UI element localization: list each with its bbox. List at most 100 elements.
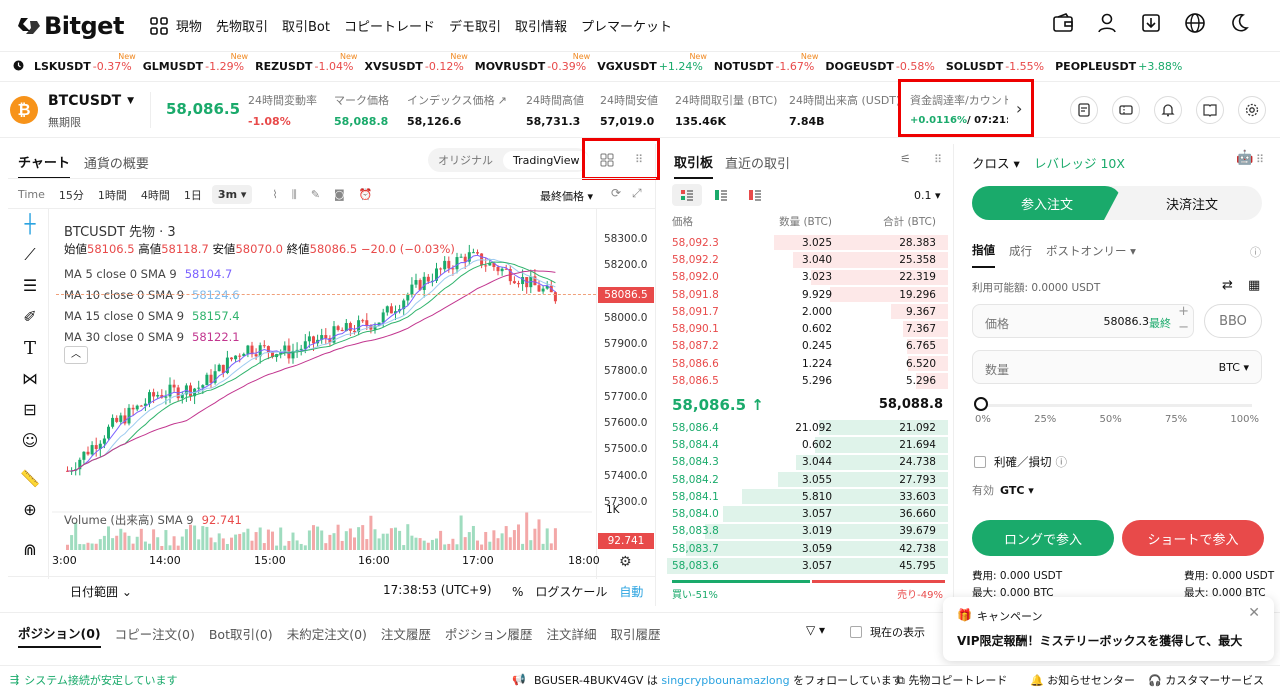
ticker-item[interactable]: GLMUSDT -1.29% New: [143, 52, 248, 73]
ask-row[interactable]: 58,087.2 0.245 6.765: [666, 338, 948, 355]
nav-market-info[interactable]: 取引情報: [515, 16, 567, 35]
indicator-icon[interactable]: ⌇: [272, 188, 277, 201]
draw-pen-icon[interactable]: ✎: [311, 188, 320, 201]
interval-1d[interactable]: 1日: [184, 187, 202, 203]
fullscreen-icon[interactable]: ⤢: [632, 186, 642, 201]
notes-icon[interactable]: [1070, 96, 1098, 124]
tab-recent-trades[interactable]: 直近の取引: [725, 153, 790, 178]
robot-icon[interactable]: 🤖: [1236, 150, 1253, 166]
tab-bot-trades[interactable]: Bot取引(0): [209, 624, 273, 647]
bid-row[interactable]: 58,084.3 3.044 24.738: [666, 454, 948, 471]
dark-mode-icon[interactable]: [1228, 12, 1250, 34]
transfer-icon[interactable]: ⇄: [1222, 278, 1233, 293]
bid-row[interactable]: 58,083.8 3.019 39.679: [666, 523, 948, 540]
magnet-icon[interactable]: ⋒: [16, 540, 44, 568]
tab-open-order[interactable]: 参入注文: [972, 186, 1122, 220]
tpsl-checkbox[interactable]: 利確／損切 ⓘ: [974, 454, 1067, 470]
book-icon[interactable]: [1196, 96, 1224, 124]
book-drag-icon[interactable]: ⠿: [934, 153, 942, 166]
candle-type-icon[interactable]: ⫼: [292, 188, 297, 202]
view-asks-icon[interactable]: [740, 184, 770, 206]
bid-row[interactable]: 58,083.7 3.059 42.738: [666, 540, 948, 557]
ask-row[interactable]: 58,091.7 2.000 9.367: [666, 303, 948, 320]
layout-grid-icon[interactable]: [600, 153, 614, 170]
ask-row[interactable]: 58,092.3 3.025 28.383: [666, 234, 948, 251]
nav-futures[interactable]: 先物取引: [216, 16, 268, 35]
long-button[interactable]: ロングで参入: [972, 520, 1114, 556]
type-limit[interactable]: 指値: [972, 242, 995, 268]
refresh-icon[interactable]: ⟳: [611, 186, 621, 200]
ask-row[interactable]: 58,090.1 0.602 7.367: [666, 320, 948, 337]
percent-scale-button[interactable]: %: [512, 585, 523, 599]
leverage-button[interactable]: レバレッジ 10X: [1034, 153, 1125, 172]
ask-row[interactable]: 58,086.5 5.296 5.296: [666, 372, 948, 389]
bid-row[interactable]: 58,084.0 3.057 36.660: [666, 505, 948, 522]
tab-orderbook[interactable]: 取引板: [674, 152, 714, 179]
pair-selector[interactable]: BTCUSDT ▼: [48, 93, 134, 109]
filter-icon[interactable]: ▽ ▾: [806, 623, 825, 637]
candlestick-chart[interactable]: [52, 222, 592, 552]
view-original[interactable]: オリジナル: [428, 152, 503, 168]
book-filter-icon[interactable]: ⚟: [900, 152, 911, 166]
interval-4h[interactable]: 4時間: [141, 187, 170, 203]
interval-15m[interactable]: 15分: [59, 187, 84, 203]
tab-trade-history[interactable]: 取引履歴: [610, 624, 660, 647]
precision-select[interactable]: 0.1 ▾: [914, 189, 941, 202]
info-icon[interactable]: ⓘ: [1250, 244, 1261, 260]
view-tradingview[interactable]: TradingView: [503, 150, 590, 170]
ask-row[interactable]: 58,086.6 1.224 6.520: [666, 355, 948, 372]
drag-handle-icon[interactable]: ⠿: [635, 153, 643, 166]
form-drag-icon[interactable]: ⠿: [1256, 153, 1264, 166]
nav-demo[interactable]: デモ取引: [449, 16, 501, 35]
ticker-item[interactable]: NOTUSDT -1.67% New: [714, 52, 818, 73]
ticker-item[interactable]: XVSUSDT -0.12% New: [364, 52, 467, 73]
ticker-item[interactable]: DOGEUSDT -0.58%: [825, 60, 934, 73]
log-scale-button[interactable]: ログスケール: [535, 583, 607, 600]
trendline-icon[interactable]: ⟋: [16, 245, 44, 276]
user-icon[interactable]: [1096, 12, 1118, 34]
ticker-item[interactable]: PEOPLEUSDT +3.88%: [1055, 60, 1182, 73]
time-axis[interactable]: 3:00 14:00 15:00 16:00 17:00 18:00: [52, 554, 600, 570]
interval-time[interactable]: Time: [18, 188, 45, 201]
zoom-in-icon[interactable]: ⊕: [16, 500, 44, 540]
auto-scale-button[interactable]: 自動: [619, 583, 643, 600]
calculator-icon[interactable]: ▦: [1248, 278, 1260, 293]
crosshair-icon[interactable]: ┼: [16, 214, 44, 245]
brush-icon[interactable]: ✐: [16, 307, 44, 338]
tab-close-order[interactable]: 決済注文: [1122, 186, 1262, 220]
slider-handle[interactable]: [974, 397, 988, 411]
ticker-item[interactable]: MOVRUSDT -0.39% New: [475, 52, 590, 73]
campaign-text[interactable]: VIP限定報酬！ミステリーボックスを獲得して、最大: [957, 632, 1242, 649]
date-range-button[interactable]: 日付範囲 ⌄: [70, 583, 132, 600]
tab-coin-overview[interactable]: 通貨の概要: [84, 153, 149, 178]
bid-row[interactable]: 58,083.6 3.057 45.795: [666, 557, 948, 574]
type-postonly[interactable]: ポストオンリー ▾: [1046, 243, 1136, 267]
tab-position-history[interactable]: ポジション履歴: [445, 624, 533, 647]
tab-order-history[interactable]: 注文履歴: [381, 624, 431, 647]
camera-icon[interactable]: ◙: [334, 188, 345, 201]
view-both-icon[interactable]: [672, 184, 702, 206]
quantity-input[interactable]: 数量 BTC ▾: [972, 350, 1262, 384]
tab-order-details[interactable]: 注文詳細: [546, 624, 596, 647]
minus-icon[interactable]: −: [1178, 320, 1189, 335]
download-icon[interactable]: [1140, 12, 1162, 34]
ruler-icon[interactable]: 📏: [16, 469, 44, 500]
ticker-item[interactable]: VGXUSDT +1.24% New: [597, 52, 707, 73]
ticker-item[interactable]: LSKUSDT -0.37% New: [34, 52, 136, 73]
plus-icon[interactable]: +: [1178, 304, 1189, 319]
campaign-popup[interactable]: 🎁 キャンペーン ✕ VIP限定報酬！ミステリーボックスを獲得して、最大: [943, 597, 1274, 661]
bid-row[interactable]: 58,084.4 0.602 21.694: [666, 436, 948, 453]
bid-row[interactable]: 58,086.4 21.092 21.092: [666, 419, 948, 436]
fib-icon[interactable]: ☰: [16, 276, 44, 307]
nav-copy-trade[interactable]: コピートレード: [344, 16, 435, 35]
emoji-icon[interactable]: ☺: [16, 431, 44, 469]
interval-3m[interactable]: 3m ▾: [211, 185, 253, 204]
interval-1h[interactable]: 1時間: [98, 187, 127, 203]
short-button[interactable]: ショートで参入: [1122, 520, 1264, 556]
customer-service-link[interactable]: 🎧 カスタマーサービス: [1148, 672, 1264, 688]
price-input[interactable]: 価格 58086.3 最終 + −: [972, 304, 1194, 338]
ask-row[interactable]: 58,092.0 3.023 22.319: [666, 269, 948, 286]
margin-mode-select[interactable]: クロス ▾: [972, 153, 1020, 172]
apps-grid-icon[interactable]: [150, 16, 168, 35]
close-icon[interactable]: ✕: [1248, 605, 1260, 621]
